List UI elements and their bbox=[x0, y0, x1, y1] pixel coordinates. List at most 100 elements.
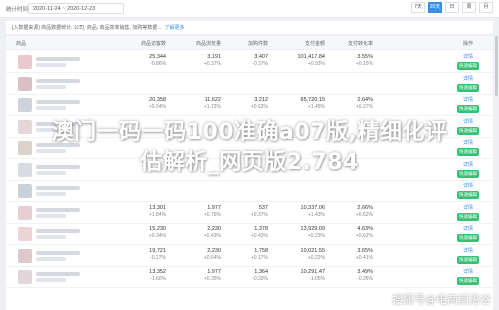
product-name-blurred[interactable] bbox=[36, 186, 80, 190]
product-thumbnail[interactable] bbox=[18, 55, 32, 69]
quick-edit-button[interactable]: 快速编辑 bbox=[457, 277, 479, 285]
detail-link[interactable]: 详情 bbox=[457, 225, 479, 233]
metric-change: +0.62% bbox=[355, 233, 373, 239]
table-header: 商品 商品访客数 商品浏览量 加购件数 支付金额 支付转化率 操作 bbox=[6, 36, 493, 50]
metric-value: 2,230 bbox=[207, 226, 221, 232]
metric-change: +1.45% bbox=[307, 104, 325, 110]
watermark: 搜狐号@电商前沿谷 bbox=[392, 293, 491, 306]
metric-value: 3.49% bbox=[357, 269, 373, 275]
detail-link[interactable]: 详情 bbox=[457, 204, 479, 212]
product-thumbnail[interactable] bbox=[18, 184, 32, 198]
headline-line-2: 估解析_网页版2.784 bbox=[140, 150, 359, 175]
row-actions: 详情 快速编辑 bbox=[457, 75, 479, 92]
table-row[interactable]: 13,352 -1.60% 1,977 +0.35% 1,364 -0.33% 10,291… bbox=[6, 266, 493, 288]
product-name-blurred[interactable] bbox=[36, 250, 80, 255]
metric-change: +0.41% bbox=[355, 254, 373, 261]
learn-more-link[interactable]: 了解更多 bbox=[164, 25, 184, 31]
metric-value: 2.66% bbox=[357, 204, 373, 211]
metric-cell-c4: 101,417.84 +0.93% bbox=[297, 54, 325, 68]
table-row[interactable]: 详情 快速编辑 bbox=[6, 73, 493, 95]
detail-link[interactable]: 详情 bbox=[457, 96, 479, 104]
metric-value: 3,212 bbox=[254, 97, 268, 103]
metric-change: -0.37% bbox=[252, 61, 268, 67]
row-actions: 详情 快速编辑 bbox=[457, 225, 479, 242]
quick-edit-button[interactable]: 快速编辑 bbox=[457, 83, 479, 92]
metric-cell-c4: 10,337.06 +1.43% bbox=[301, 205, 325, 219]
metric-cell-c5: 2.66% +0.62% bbox=[356, 205, 373, 219]
detail-link[interactable]: 详情 bbox=[457, 268, 479, 276]
table-row[interactable]: 13,301 +1.84% 1,977 +0.76% 537 +0.37% 10,337.0… bbox=[6, 202, 493, 224]
product-name-blurred[interactable] bbox=[36, 207, 80, 212]
metric-change: +0.62% bbox=[250, 104, 268, 110]
vertical-scrollbar[interactable] bbox=[495, 36, 498, 310]
quick-edit-button[interactable]: 快速编辑 bbox=[457, 62, 479, 70]
header-pay-rate[interactable]: 支付转化率 bbox=[348, 40, 373, 47]
range-30d-button[interactable]: 30天 bbox=[428, 2, 442, 13]
range-day-button[interactable]: 日 bbox=[445, 2, 459, 13]
table-row[interactable]: 详情 快速编辑 bbox=[6, 180, 493, 202]
product-thumbnail[interactable] bbox=[18, 270, 32, 284]
row-actions: 详情 快速编辑 bbox=[457, 53, 479, 70]
metric-change: -0.27% bbox=[150, 254, 166, 261]
metric-change: +0.17% bbox=[250, 254, 268, 261]
metric-cell-c3: 1,758 +0.17% bbox=[251, 248, 268, 262]
detail-link[interactable]: 详情 bbox=[457, 75, 479, 83]
header-pageviews[interactable]: 商品浏览量 bbox=[196, 40, 221, 47]
product-sub-blurred bbox=[36, 235, 66, 239]
table-row[interactable]: 20,358 +0.54% 11,622 +1.72% 3,212 +0.62% 85,72… bbox=[6, 94, 493, 116]
metric-cell-c5: 3.55% +0.15% bbox=[356, 54, 373, 68]
product-thumbnail[interactable] bbox=[18, 98, 32, 112]
metric-change: -1.05% bbox=[309, 276, 325, 282]
overlay-headline: 澳门一码一码100准确a07版,精细化评 估解析_网页版2.784 bbox=[0, 118, 499, 178]
range-week-button[interactable]: 周 bbox=[462, 2, 476, 13]
header-pay-amount[interactable]: 支付金额 bbox=[305, 40, 325, 47]
detail-link[interactable]: 详情 bbox=[457, 182, 479, 190]
metric-value: 1,364 bbox=[254, 269, 268, 275]
product-thumbnail[interactable] bbox=[18, 248, 32, 263]
quick-edit-button[interactable]: 快速编辑 bbox=[457, 212, 479, 221]
table-row[interactable]: 15,230 +0.34% 2,230 +0.43% 1,378 +0.43% 13,929… bbox=[6, 223, 493, 245]
product-thumbnail[interactable] bbox=[18, 227, 32, 241]
scrollbar-thumb[interactable] bbox=[495, 36, 498, 96]
detail-link[interactable]: 详情 bbox=[457, 53, 479, 61]
product-name-blurred[interactable] bbox=[36, 78, 80, 83]
product-thumbnail[interactable] bbox=[18, 76, 32, 91]
metric-value: 3.65% bbox=[357, 247, 373, 254]
header-add-cart[interactable]: 加购件数 bbox=[248, 40, 268, 47]
quick-edit-button[interactable]: 快速编辑 bbox=[457, 234, 479, 242]
date-range-picker[interactable]: 2020-11-24 ~ 2020-12-23 bbox=[28, 3, 124, 14]
metric-value: 13,929.09 bbox=[300, 226, 325, 232]
metric-cell-c4: 13,929.09 +0.23% bbox=[301, 226, 325, 240]
row-actions: 详情 快速编辑 bbox=[457, 247, 479, 264]
range-7d-button[interactable]: 7天 bbox=[411, 2, 425, 13]
product-sub-blurred bbox=[36, 278, 66, 282]
metric-change: +0.54% bbox=[148, 104, 166, 110]
metric-cell-c2: 2,230 +0.64% bbox=[204, 248, 221, 262]
metric-cell-c2: 1,977 +0.76% bbox=[204, 205, 221, 219]
product-name-blurred[interactable] bbox=[36, 272, 80, 276]
metric-value: 13,352 bbox=[149, 269, 166, 275]
range-month-button[interactable]: 月 bbox=[479, 2, 493, 13]
product-name-blurred[interactable] bbox=[36, 57, 80, 61]
detail-link[interactable]: 详情 bbox=[457, 247, 479, 255]
product-thumbnail[interactable] bbox=[18, 205, 32, 220]
metric-cell-c1: 13,301 +1.84% bbox=[149, 205, 166, 219]
quick-edit-button[interactable]: 快速编辑 bbox=[457, 191, 479, 199]
quick-edit-button[interactable]: 快速编辑 bbox=[457, 105, 479, 113]
range-button-group: 7天 30天 日 周 月 bbox=[411, 2, 493, 13]
metric-change: -0.86% bbox=[150, 61, 166, 67]
metric-cell-c5: 2.64% +0.27% bbox=[356, 97, 373, 111]
header-product: 商品 bbox=[16, 41, 27, 47]
metric-value: 2,230 bbox=[207, 247, 221, 254]
quick-edit-button[interactable]: 快速编辑 bbox=[457, 255, 479, 264]
metric-value: 537 bbox=[258, 204, 268, 211]
metric-change: +0.76% bbox=[203, 211, 221, 218]
metric-value: 25,344 bbox=[149, 54, 166, 60]
table-row[interactable]: 19,721 -0.27% 2,230 +0.64% 1,758 +0.17% 10,021… bbox=[6, 245, 493, 267]
info-text: [入数据来源] 商品数据统计, 公司, 商品, 商品效率销售, 加购等数据... bbox=[12, 25, 162, 31]
product-name-blurred[interactable] bbox=[36, 229, 80, 233]
header-visitors[interactable]: 商品访客数 bbox=[141, 40, 166, 47]
table-row[interactable]: 25,344 -0.86% 3,191 +0.37% 3,407 -0.37% 101,41… bbox=[6, 51, 493, 73]
product-name-blurred[interactable] bbox=[36, 100, 80, 104]
metric-change: +0.34% bbox=[148, 233, 166, 239]
